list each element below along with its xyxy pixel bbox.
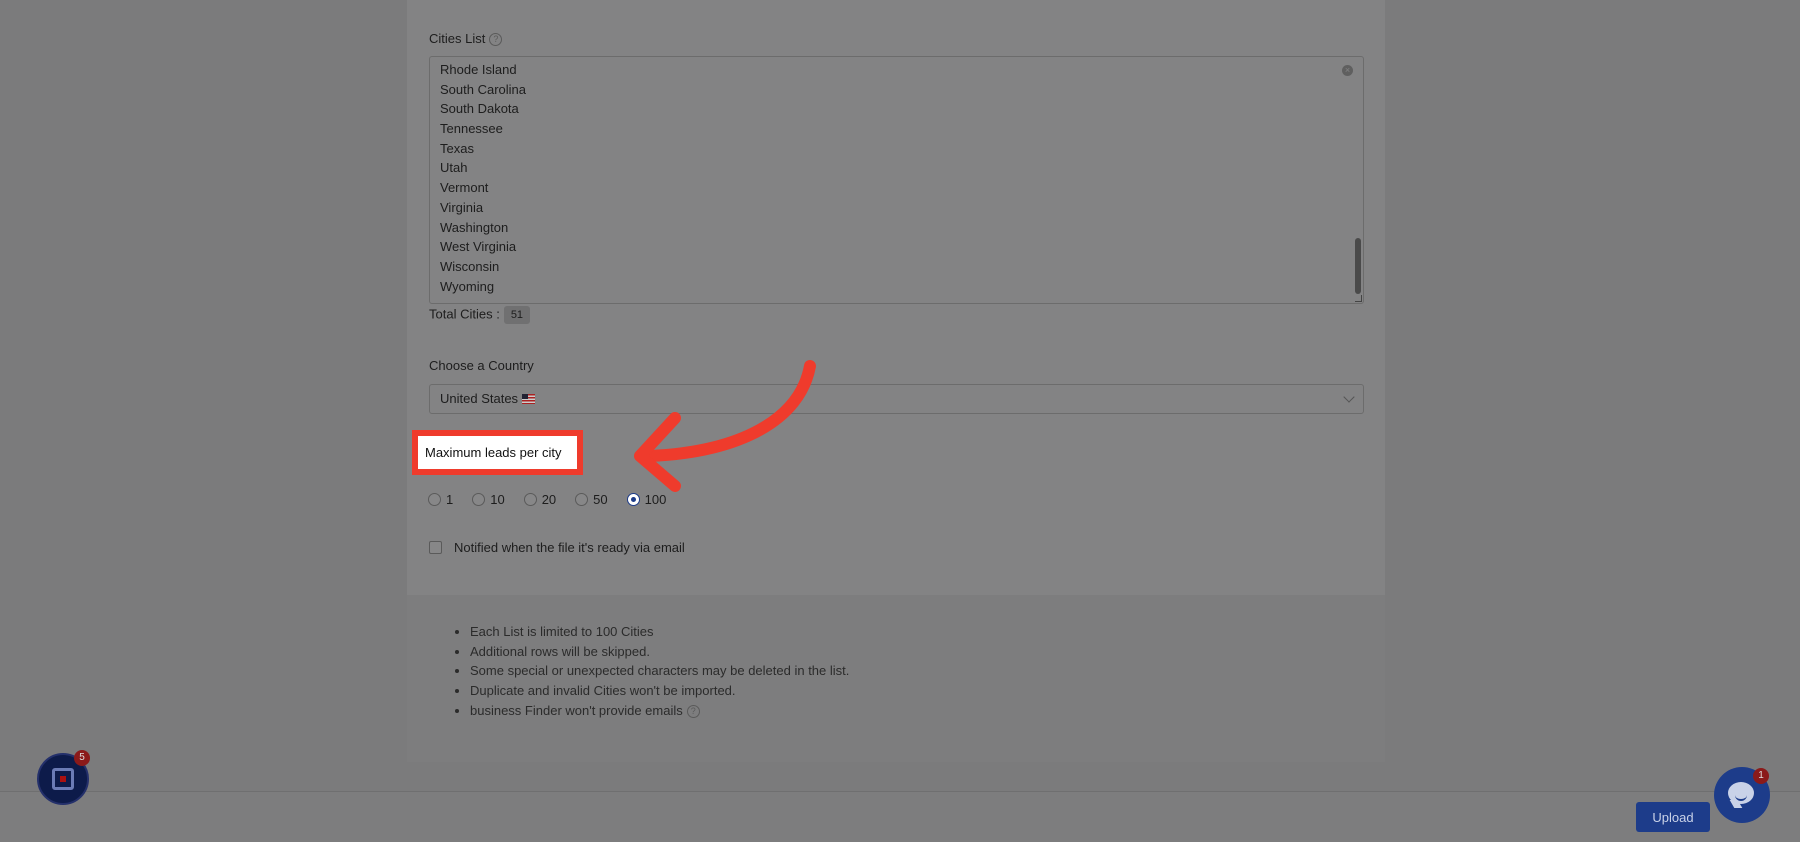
scrollbar-thumb[interactable] bbox=[1355, 238, 1361, 294]
launcher-logo-dot bbox=[60, 776, 66, 782]
radio-label: 50 bbox=[593, 491, 608, 507]
country-label: Choose a Country bbox=[429, 358, 534, 373]
cities-list-label: Cities List bbox=[429, 31, 486, 46]
city-line: West Virginia bbox=[440, 239, 517, 255]
max-leads-label: Maximum leads per city bbox=[418, 436, 577, 469]
radio-button[interactable] bbox=[428, 492, 441, 506]
city-line: South Carolina bbox=[440, 81, 526, 97]
city-line: Vermont bbox=[440, 180, 489, 196]
list-item-text: business Finder won't provide emails bbox=[470, 702, 683, 718]
total-cities-label: Total Cities : bbox=[429, 306, 500, 322]
notify-row[interactable]: Notified when the file it's ready via em… bbox=[429, 540, 685, 555]
city-line: Rhode Island bbox=[440, 62, 517, 77]
radio-label: 10 bbox=[490, 491, 505, 507]
clear-icon[interactable]: × bbox=[1342, 65, 1353, 76]
radio-option-20[interactable]: 20 bbox=[523, 491, 557, 507]
leads-radio-group: 1 10 20 50 100 bbox=[428, 490, 685, 508]
highlight-box: Maximum leads per city bbox=[412, 430, 583, 475]
radio-option-50[interactable]: 50 bbox=[575, 491, 608, 507]
radio-button[interactable] bbox=[626, 492, 640, 506]
city-line: Virginia bbox=[440, 199, 484, 215]
resize-handle[interactable] bbox=[1355, 295, 1362, 302]
list-item: Some special or unexpected characters ma… bbox=[470, 661, 849, 681]
city-line: Wyoming bbox=[440, 278, 495, 294]
country-select[interactable]: United States bbox=[429, 384, 1364, 414]
city-line: Tennessee bbox=[440, 121, 503, 137]
city-line: Texas bbox=[440, 140, 474, 156]
city-line: Utah bbox=[440, 160, 468, 176]
cities-list-heading: Cities List? bbox=[429, 31, 503, 47]
us-flag-icon bbox=[522, 394, 536, 404]
country-select-value: United States bbox=[440, 391, 536, 406]
list-item: business Finder won't provide emails? bbox=[470, 701, 849, 721]
launcher-badge: 5 bbox=[74, 750, 90, 766]
radio-label: 1 bbox=[446, 491, 454, 507]
cities-lines: Rhode Island South Carolina South Dakota Te… bbox=[430, 57, 1363, 296]
radio-label: 100 bbox=[644, 491, 667, 507]
radio-label: 20 bbox=[541, 491, 557, 507]
list-item: Duplicate and invalid Cities won't be im… bbox=[470, 681, 849, 701]
bottom-bar bbox=[0, 791, 1800, 842]
city-line: Washington bbox=[440, 219, 509, 235]
cities-textarea[interactable]: Rhode Island South Carolina South Dakota Te… bbox=[429, 56, 1364, 304]
radio-button[interactable] bbox=[575, 492, 589, 506]
notify-checkbox[interactable] bbox=[429, 541, 442, 554]
list-item: Additional rows will be skipped. bbox=[470, 642, 849, 662]
total-cities-count: 51 bbox=[503, 306, 531, 324]
total-cities: Total Cities :51 bbox=[429, 306, 531, 324]
list-item: Each List is limited to 100 Cities bbox=[470, 622, 849, 642]
notes-list: Each List is limited to 100 Cities Addit… bbox=[445, 622, 849, 721]
help-icon[interactable]: ? bbox=[489, 33, 503, 47]
radio-button[interactable] bbox=[523, 492, 537, 506]
radio-option-1[interactable]: 1 bbox=[428, 492, 453, 507]
country-selected: United States bbox=[440, 391, 519, 406]
city-line: South Dakota bbox=[440, 101, 519, 117]
upload-button[interactable]: Upload bbox=[1636, 802, 1710, 832]
radio-button[interactable] bbox=[472, 492, 486, 506]
radio-option-10[interactable]: 10 bbox=[472, 491, 505, 507]
help-icon[interactable]: ? bbox=[686, 704, 700, 718]
radio-option-100[interactable]: 100 bbox=[626, 491, 667, 507]
chevron-down-icon bbox=[1343, 391, 1355, 403]
chat-badge: 1 bbox=[1753, 768, 1769, 784]
city-line: Wisconsin bbox=[440, 258, 500, 274]
notify-label: Notified when the file it's ready via em… bbox=[454, 540, 685, 555]
